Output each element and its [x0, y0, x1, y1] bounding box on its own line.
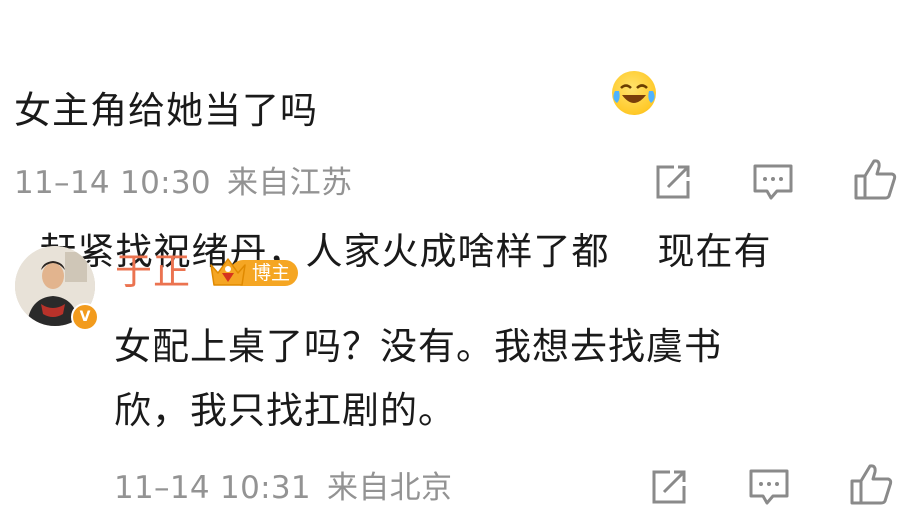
- comment-icon: [749, 469, 789, 505]
- reply-meta: 11–14 10:31 来自北京: [114, 468, 452, 508]
- reply-like-button[interactable]: [848, 461, 894, 507]
- crown-icon: [210, 258, 246, 286]
- comment-line2: 女主角给她当了吗: [14, 89, 318, 132]
- comment-time: 11–14 10:30: [14, 165, 211, 201]
- reply-username[interactable]: 于正: [115, 250, 191, 294]
- repost-icon: [656, 165, 690, 199]
- reply-repost-button[interactable]: [646, 464, 692, 510]
- like-button[interactable]: [852, 156, 898, 202]
- comment-line1-part2: 现在有: [657, 230, 772, 273]
- verified-badge-icon: V: [71, 303, 99, 331]
- comment-button[interactable]: [750, 159, 796, 205]
- repost-button[interactable]: [650, 159, 696, 205]
- reply-line1: 女配上桌了吗？没有。我想去找虞书: [114, 325, 722, 368]
- comment-meta: 11–14 10:30 来自江苏: [14, 163, 352, 203]
- repost-icon: [652, 470, 686, 504]
- like-icon: [850, 464, 893, 505]
- like-icon: [854, 159, 897, 200]
- reply-time: 11–14 10:31: [114, 470, 311, 506]
- blogger-badge: 博主: [208, 258, 299, 287]
- reply-line2: 欣，我只找扛剧的。: [114, 389, 456, 432]
- reply-location: 来自北京: [327, 470, 453, 506]
- laughing-crying-emoji-icon: [611, 71, 656, 115]
- reply-comment-button[interactable]: [746, 464, 792, 510]
- comment-icon: [753, 164, 793, 200]
- comment-location: 来自江苏: [227, 165, 353, 201]
- comment-text: 赶紧找祝绪丹，人家火成啥样了都 现在有: [14, 17, 914, 279]
